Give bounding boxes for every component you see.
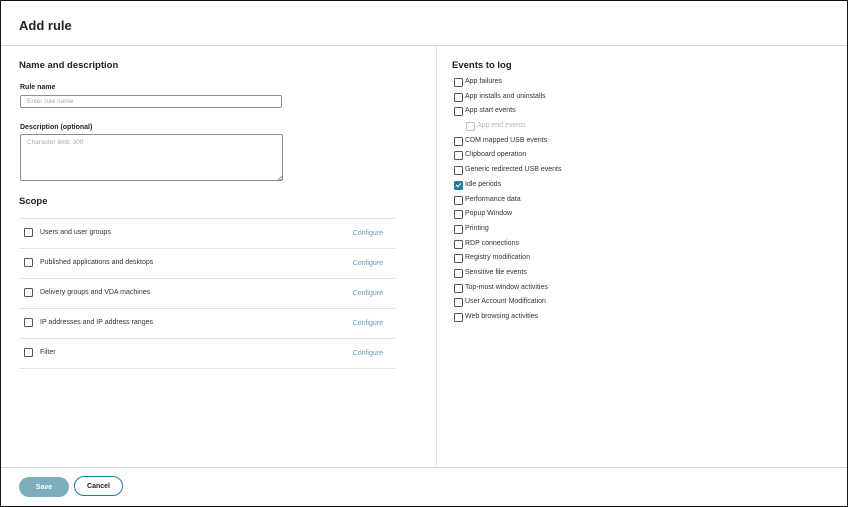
name-section-title: Name and description xyxy=(19,60,119,71)
configure-applications-link[interactable]: Configure xyxy=(353,260,383,267)
event-label: Idle periods xyxy=(465,180,502,188)
scope-row-label: Delivery groups and VDA machines xyxy=(40,289,151,296)
ip-addresses-checkbox[interactable] xyxy=(24,318,33,327)
event-item: App start events xyxy=(452,106,812,121)
event-item: Performance data xyxy=(452,195,812,210)
event-item: App end events xyxy=(452,121,812,136)
event-label: Web browsing activities xyxy=(465,313,539,320)
event-item: Idle periods xyxy=(452,180,812,195)
event-checkbox[interactable] xyxy=(454,195,463,205)
rule-name-input[interactable] xyxy=(20,95,282,108)
events-list: App failures App installs and uninstalls A… xyxy=(452,77,812,327)
event-item: Web browsing activities xyxy=(452,312,812,327)
event-checkbox[interactable] xyxy=(454,107,463,117)
dialog-title: Add rule xyxy=(19,18,72,33)
event-item: RDP connections xyxy=(452,239,812,254)
scope-section-title: Scope xyxy=(19,196,48,207)
event-checkbox[interactable] xyxy=(454,239,463,249)
event-checkbox[interactable] xyxy=(454,92,463,102)
dialog-header: Add rule xyxy=(1,1,847,46)
event-item: Printing xyxy=(452,224,812,239)
scope-row-label: Published applications and desktops xyxy=(40,259,154,266)
event-checkbox[interactable] xyxy=(454,166,463,176)
event-label: Clipboard operation xyxy=(465,151,527,159)
scope-list: Users and user groups Configure Publishe… xyxy=(19,218,395,369)
event-label: Popup Window xyxy=(465,210,513,218)
event-label: User Account Modification xyxy=(465,298,546,306)
event-label: App start events xyxy=(465,107,516,115)
event-checkbox[interactable] xyxy=(454,268,463,278)
event-label: App end events xyxy=(477,122,526,130)
event-checkbox xyxy=(466,122,475,132)
event-label: Registry modification xyxy=(465,254,530,262)
users-checkbox[interactable] xyxy=(24,228,33,237)
event-label: Generic redirected USB events xyxy=(465,166,562,174)
event-checkbox[interactable] xyxy=(454,283,463,293)
scope-row-delivery-groups: Delivery groups and VDA machines Configu… xyxy=(19,278,395,308)
configure-delivery-groups-link[interactable]: Configure xyxy=(353,290,383,297)
event-item: CDM mapped USB events xyxy=(452,136,812,151)
event-item: App failures xyxy=(452,77,812,92)
event-checkbox[interactable] xyxy=(454,254,463,264)
save-button[interactable]: Save xyxy=(19,477,69,497)
configure-users-link[interactable]: Configure xyxy=(353,230,383,237)
event-item: Generic redirected USB events xyxy=(452,165,812,180)
event-item: App installs and uninstalls xyxy=(452,92,812,107)
event-checkbox[interactable] xyxy=(454,136,463,146)
event-item: Popup Window xyxy=(452,209,812,224)
resize-grip-icon[interactable] xyxy=(276,175,282,181)
scope-row-ip-addresses: IP addresses and IP address ranges Confi… xyxy=(19,308,395,338)
event-label: App installs and uninstalls xyxy=(465,92,546,100)
events-section-title: Events to log xyxy=(452,60,512,71)
configure-filter-link[interactable]: Configure xyxy=(353,350,383,357)
event-item: Clipboard operation xyxy=(452,150,812,165)
configure-ip-addresses-link[interactable]: Configure xyxy=(353,320,383,327)
event-label: App failures xyxy=(465,78,502,85)
scope-row-label: Users and user groups xyxy=(40,229,111,236)
scope-row-label: IP addresses and IP address ranges xyxy=(40,319,153,326)
dialog-footer: Save Cancel xyxy=(1,467,847,507)
event-checkbox[interactable] xyxy=(454,298,463,308)
event-item: User Account Modification xyxy=(452,297,812,312)
event-checkbox[interactable] xyxy=(454,313,463,322)
applications-checkbox[interactable] xyxy=(24,258,33,267)
left-panel: Name and description Rule name Descripti… xyxy=(19,46,399,466)
event-item: Registry modification xyxy=(452,253,812,268)
description-textarea[interactable] xyxy=(20,134,283,181)
rule-name-label: Rule name xyxy=(20,84,56,91)
scope-row-applications: Published applications and desktops Conf… xyxy=(19,248,395,278)
event-checkbox[interactable] xyxy=(454,78,463,87)
event-item: Sensitive file events xyxy=(452,268,812,283)
event-checkbox[interactable] xyxy=(454,224,463,234)
cancel-button[interactable]: Cancel xyxy=(74,476,123,496)
event-item: Top-most window activities xyxy=(452,283,812,298)
event-label: RDP connections xyxy=(465,239,519,247)
event-label: Printing xyxy=(465,224,489,232)
right-panel: Events to log App failures App installs a… xyxy=(452,46,832,466)
event-checkbox[interactable] xyxy=(454,151,463,161)
filter-checkbox[interactable] xyxy=(24,348,33,357)
event-label: Performance data xyxy=(465,195,521,203)
event-checkbox[interactable] xyxy=(454,180,463,190)
event-label: Sensitive file events xyxy=(465,268,527,276)
description-label: Description (optional) xyxy=(20,124,93,131)
delivery-groups-checkbox[interactable] xyxy=(24,288,33,297)
panel-divider xyxy=(436,46,437,466)
event-label: CDM mapped USB events xyxy=(465,136,548,144)
scope-row-users: Users and user groups Configure xyxy=(19,218,395,248)
scope-row-label: Filter xyxy=(40,349,56,356)
event-label: Top-most window activities xyxy=(465,283,548,291)
event-checkbox[interactable] xyxy=(454,210,463,220)
scope-row-filter: Filter Configure xyxy=(19,338,395,369)
add-rule-dialog: Add rule Name and description Rule name … xyxy=(0,0,848,507)
